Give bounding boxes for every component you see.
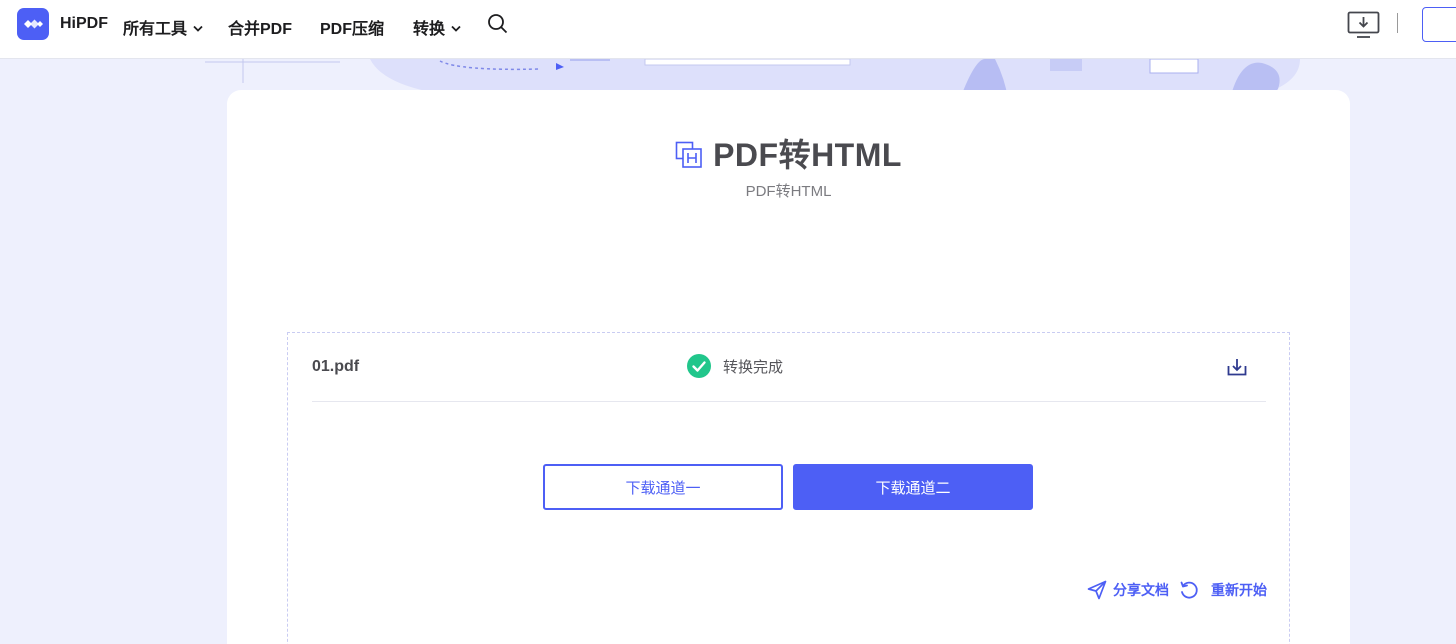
nav-item-label: PDF压缩 — [320, 21, 385, 38]
restart-button[interactable]: 重新开始 — [1179, 580, 1267, 600]
nav-item-compress-pdf[interactable]: PDF压缩 — [320, 15, 384, 39]
nav-item-convert[interactable]: 转换 — [413, 15, 461, 39]
nav-item-label: 所有工具 — [123, 21, 188, 38]
html-file-icon — [675, 141, 702, 168]
download-icon[interactable] — [1227, 358, 1247, 376]
share-document-label: 分享文档 — [1113, 582, 1169, 598]
chevron-down-icon — [451, 25, 461, 32]
nav-item-label: 转换 — [413, 21, 446, 38]
status-text: 转换完成 — [723, 358, 784, 376]
nav-item-all-tools[interactable]: 所有工具 — [123, 15, 203, 39]
download-channel-two-button[interactable]: 下载通道二 — [793, 464, 1033, 510]
share-document-button[interactable]: 分享文档 — [1087, 580, 1169, 600]
chevron-down-icon — [193, 25, 203, 32]
brand-name[interactable]: HiPDF — [60, 15, 108, 33]
download-channel-one-button[interactable]: 下载通道一 — [543, 464, 783, 510]
conversion-status: 转换完成 — [687, 354, 783, 378]
tool-card: PDF转HTML PDF转HTML 01.pdf 转换完成 下载通道一 下载通道… — [227, 90, 1350, 644]
file-name: 01.pdf — [312, 358, 360, 375]
desktop-download-icon[interactable] — [1347, 11, 1380, 39]
result-panel: 01.pdf 转换完成 下载通道一 下载通道二 分享文档 重新开始 — [287, 332, 1290, 644]
page-title: PDF转HTML — [713, 137, 902, 173]
nav-item-label: 合并PDF — [228, 21, 293, 38]
hipdf-logo-icon[interactable] — [17, 8, 49, 40]
title-row: PDF转HTML — [227, 130, 1350, 176]
top-navbar: HiPDF 所有工具 合并PDF PDF压缩 转换 — [0, 0, 1456, 59]
paper-plane-icon — [1087, 580, 1107, 600]
page-subtitle: PDF转HTML — [745, 183, 832, 200]
refresh-icon — [1180, 581, 1198, 599]
nav-divider — [1397, 13, 1398, 33]
file-row: 01.pdf 转换完成 — [312, 333, 1266, 402]
nav-item-merge-pdf[interactable]: 合并PDF — [228, 15, 292, 39]
restart-label: 重新开始 — [1211, 582, 1267, 598]
search-icon[interactable] — [487, 13, 509, 35]
check-circle-icon — [687, 354, 711, 378]
login-button[interactable] — [1422, 7, 1456, 42]
